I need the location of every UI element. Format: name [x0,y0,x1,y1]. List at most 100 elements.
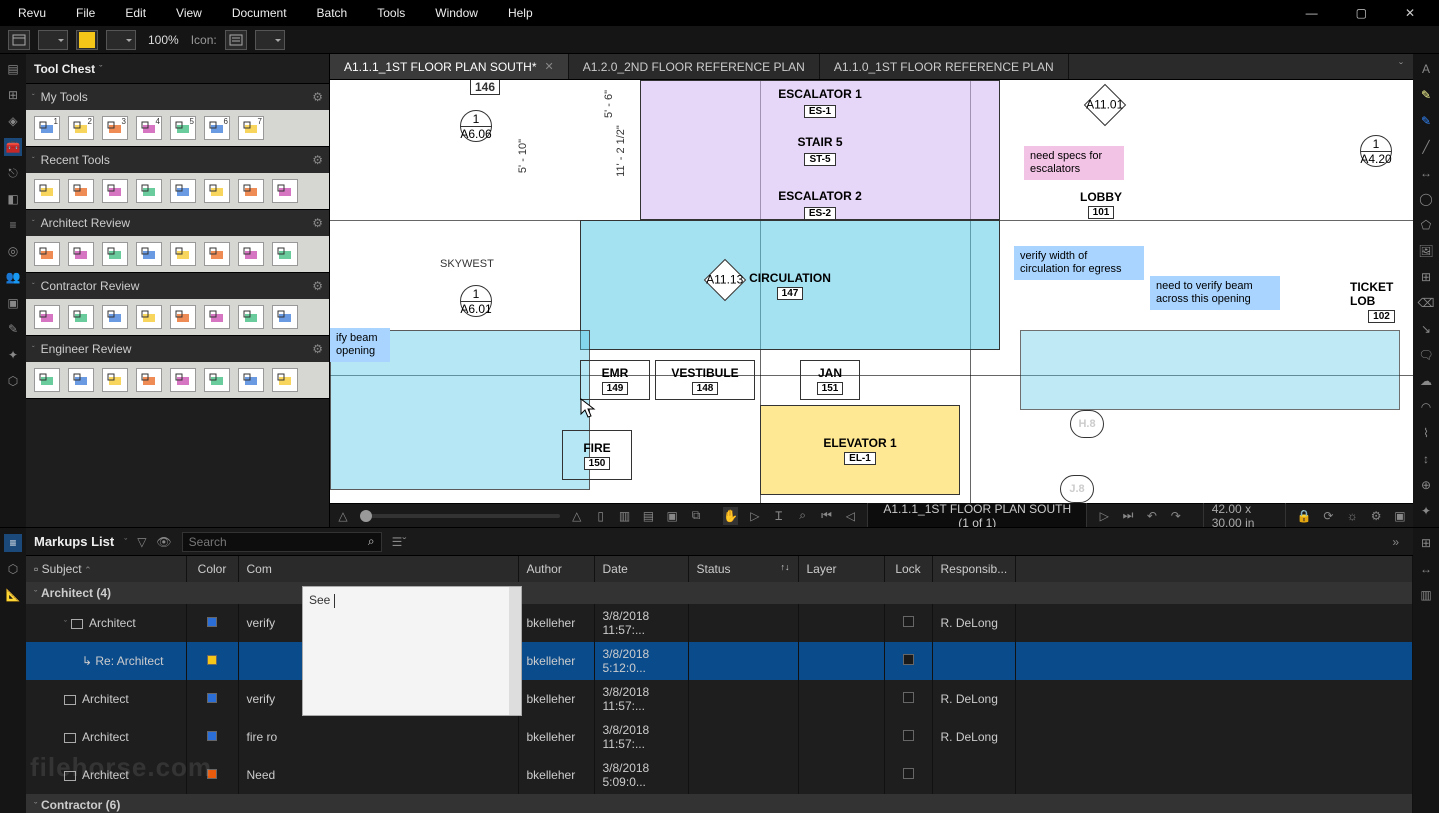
tool-item[interactable] [238,305,264,329]
quantity-icon[interactable]: ⊞ [1417,534,1435,552]
menu-batch[interactable]: Batch [305,2,360,24]
tool-item[interactable] [34,242,60,266]
chevron-down-icon[interactable]: ˇ [124,537,127,547]
presentation-icon[interactable]: ▣ [1393,507,1407,525]
links-icon[interactable]: ⎋ [4,164,22,182]
section-header[interactable]: ˇArchitect Review⚙ [26,210,329,236]
menu-edit[interactable]: Edit [113,2,158,24]
signatures-icon[interactable]: ✦ [4,346,22,364]
document-tab[interactable]: A1.1.0_1ST FLOOR REFERENCE PLAN [820,54,1069,79]
sketch-icon[interactable]: ✦ [1417,502,1435,520]
gear-icon[interactable]: ⚙ [312,153,323,167]
tool-item[interactable] [102,305,128,329]
thumbnails-icon[interactable]: ⊞ [4,86,22,104]
tool-item[interactable] [272,179,298,203]
section-header[interactable]: ˇMy Tools⚙ [26,84,329,110]
col-author[interactable]: Author [518,556,594,582]
forms-icon[interactable]: ✎ [4,320,22,338]
collapse-right-icon[interactable]: » [1386,535,1405,549]
markup-callout[interactable]: verify width of circulation for egress [1014,246,1144,280]
section-header[interactable]: ˇRecent Tools⚙ [26,147,329,173]
highlight-icon[interactable]: ✎ [1417,86,1435,104]
count-icon[interactable]: ⊕ [1417,476,1435,494]
markup-callout[interactable]: need specs for escalators [1024,146,1124,180]
shape-icon[interactable]: ◯ [1417,190,1435,208]
tool-item[interactable] [170,179,196,203]
bookmarks-icon[interactable]: ◈ [4,112,22,130]
tool-chest-header[interactable]: Tool Chest ˇ [26,54,329,84]
tool-item[interactable] [238,368,264,392]
properties-icon[interactable]: ≡ [4,216,22,234]
menu-document[interactable]: Document [220,2,299,24]
tool-item[interactable] [136,116,162,140]
3d-icon[interactable]: ⬡ [4,372,22,390]
tool-item[interactable] [170,242,196,266]
minimize-button[interactable]: — [1298,4,1326,22]
select-icon[interactable]: ▷ [748,507,762,525]
group-row[interactable]: ˇContractor (6) [26,794,1413,813]
tool-item[interactable] [34,305,60,329]
eraser-icon[interactable]: ⌫ [1417,294,1435,312]
hide-icon[interactable]: 👁 [156,535,171,549]
prev-view-icon[interactable]: ↶ [1145,507,1159,525]
tool-item[interactable] [34,179,60,203]
measure-icon[interactable]: ↕ [1417,450,1435,468]
text-tool-icon[interactable]: A [1417,60,1435,78]
tool-item[interactable] [204,116,230,140]
section-header[interactable]: ˇEngineer Review⚙ [26,336,329,362]
3d-panel-icon[interactable]: ⬡ [4,560,22,578]
color-swatch[interactable] [76,30,98,50]
search-icon[interactable]: ⌕ [368,534,375,549]
profile-dropdown[interactable] [38,30,68,50]
menu-file[interactable]: File [64,2,107,24]
pen-icon[interactable]: ✎ [1417,112,1435,130]
stamp-icon[interactable]: ⊞ [1417,268,1435,286]
tool-item[interactable] [68,368,94,392]
select-text-icon[interactable]: Ɪ [772,507,786,525]
group-row[interactable]: ˇArchitect (4) [26,582,1413,604]
next-view-icon[interactable]: ↷ [1169,507,1183,525]
measure-panel-icon[interactable]: ▥ [1417,586,1435,604]
lock-icon[interactable]: 🔒 [1296,507,1311,525]
col-subject[interactable]: ▫ Subject [26,556,186,582]
tab-overflow-icon[interactable]: ˇ [1389,54,1413,79]
markup-callout[interactable]: need to verify beam across this opening [1150,276,1280,310]
gear-icon[interactable]: ⚙ [312,216,323,230]
col-lock[interactable]: Lock [884,556,932,582]
toolchest-icon[interactable]: 🧰 [4,138,22,156]
drawing-canvas[interactable]: 146 ESCALATOR 1 ES-1 STAIR 5 ST-5 ESCALA… [330,80,1413,503]
tool-item[interactable] [68,179,94,203]
markups-list-icon[interactable]: ≡ [4,534,22,552]
arrow-icon[interactable]: ↘ [1417,320,1435,338]
col-layer[interactable]: Layer [798,556,884,582]
image-icon[interactable]: 🖼 [1417,242,1435,260]
markup-row[interactable]: Architect Need bkelleher 3/8/2018 5:09:0… [26,756,1413,794]
gear-icon[interactable]: ⚙ [312,90,323,104]
tool-item[interactable] [170,368,196,392]
columns-icon[interactable]: ☰ˇ [392,535,407,549]
tool-item[interactable] [136,368,162,392]
last-page-icon[interactable]: ⏭ [1121,507,1135,525]
icon-style-button[interactable] [225,30,247,50]
polyline-icon[interactable]: ⌇ [1417,424,1435,442]
gear-icon[interactable]: ⚙ [312,342,323,356]
col-color[interactable]: Color [186,556,238,582]
tool-item[interactable] [272,242,298,266]
document-tab[interactable]: A1.2.0_2ND FLOOR REFERENCE PLAN [569,54,820,79]
pan-icon[interactable]: ✋ [723,507,738,525]
markup-row[interactable]: ↳ Re: Architect bkelleher 3/8/2018 5:12:… [26,642,1413,680]
tool-item[interactable] [136,242,162,266]
zoom-out-icon[interactable]: △ [336,507,350,525]
menu-view[interactable]: View [164,2,214,24]
tool-item[interactable] [102,179,128,203]
single-page-icon[interactable]: ▯ [594,507,608,525]
tool-item[interactable] [34,368,60,392]
tab-close-icon[interactable]: ✕ [545,60,554,73]
next-page-icon[interactable]: ▷ [1097,507,1111,525]
profile-button[interactable] [8,30,30,50]
studio-icon[interactable]: 👥 [4,268,22,286]
col-responsibility[interactable]: Responsib... [932,556,1016,582]
callout-icon[interactable]: 🗨 [1417,346,1435,364]
tool-item[interactable] [136,179,162,203]
file-access-icon[interactable]: ▤ [4,60,22,78]
